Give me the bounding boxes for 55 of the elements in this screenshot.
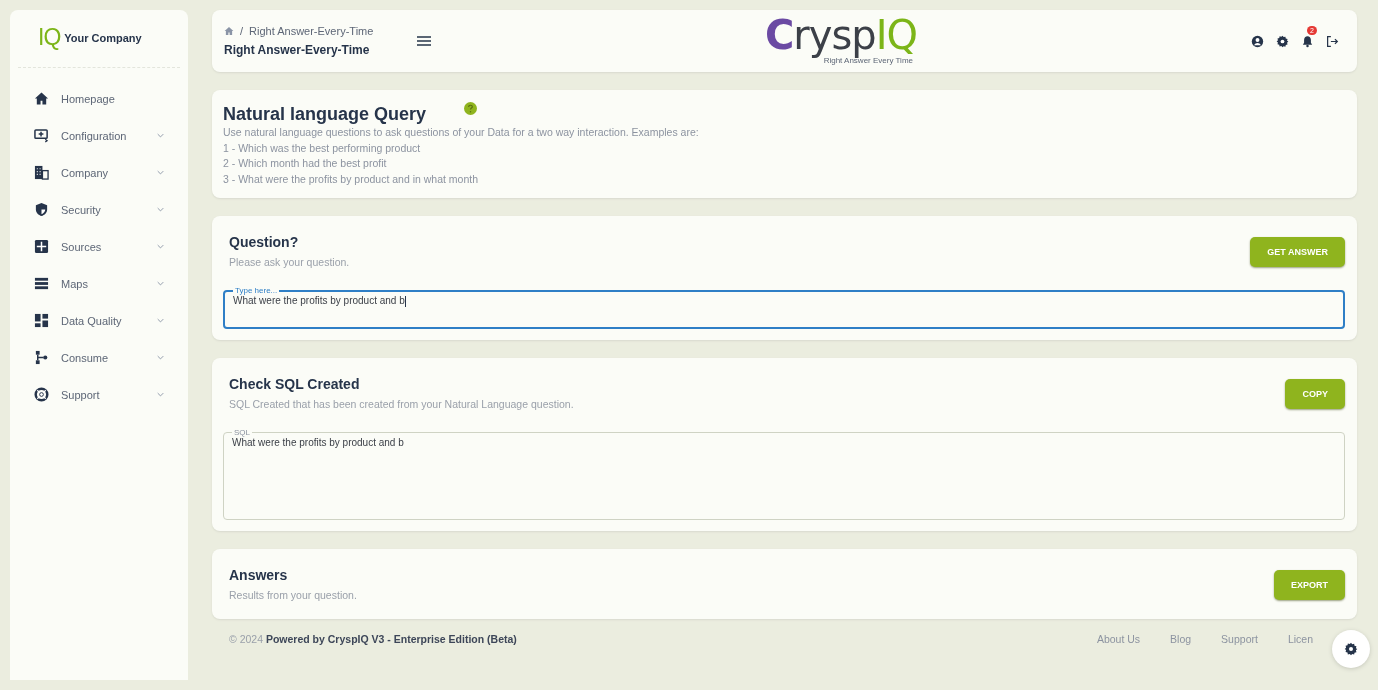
home-icon[interactable] [224, 26, 234, 36]
chevron-down-icon [157, 392, 164, 397]
chevron-down-icon [157, 170, 164, 175]
section-title: Answers [229, 567, 289, 583]
settings-icon [1344, 642, 1358, 656]
chevron-down-icon [157, 355, 164, 360]
user-icon[interactable] [1251, 34, 1264, 48]
hierarchy-icon [34, 350, 49, 365]
chevron-down-icon [157, 207, 164, 212]
section-title: Natural language Query [223, 104, 427, 125]
help-icon[interactable] [464, 102, 478, 115]
nav-item[interactable]: Maps [10, 265, 188, 302]
chevron-down-icon [157, 133, 164, 138]
dashboard-icon [34, 313, 49, 328]
section-subtitle: Results from your question. [229, 589, 357, 601]
section-subtitle: SQL Created that has been created from your Natural Language question. [229, 398, 574, 410]
bell-icon[interactable] [1301, 34, 1314, 48]
chevron-down-icon [157, 244, 164, 249]
section-title: Check SQL Created [229, 376, 361, 392]
grid-icon [34, 239, 49, 254]
nav-item[interactable]: Consume [10, 339, 188, 376]
nav-item[interactable]: Data Quality [10, 302, 188, 339]
question-field[interactable]: Type here... What were the profits by product and b [223, 286, 1345, 329]
logout-icon[interactable] [1326, 34, 1339, 48]
description-text: Use natural language questions to ask questions of your Data for a two way interaction. Examples are: [223, 125, 700, 140]
chevron-down-icon [157, 281, 164, 286]
nav-item[interactable]: Configuration [10, 117, 188, 154]
page-title: Right Answer-Every-Time [224, 43, 371, 57]
copyright-text: © 2024 Powered by CryspIQ V3 - Enterprise Edition (Beta) [229, 633, 517, 645]
section-subtitle: Please ask your question. [229, 256, 350, 268]
description-text: 2 - Which month had the best profit [223, 156, 388, 171]
menu-icon[interactable] [417, 36, 431, 46]
nav-item[interactable]: Security [10, 191, 188, 228]
company-name: Your Company [64, 31, 142, 44]
sql-field[interactable]: SQL What were the profits by product and b [223, 428, 1345, 520]
settings-icon[interactable] [1276, 34, 1289, 48]
nav-item[interactable]: Homepage [10, 80, 188, 117]
home-icon [34, 91, 49, 106]
monitor-plus-icon [34, 128, 49, 143]
settings-button[interactable] [1332, 630, 1370, 668]
breadcrumb-separator: / [240, 25, 244, 37]
product-logo: CryspIQ [765, 14, 917, 56]
description-text: 3 - What were the profits by product and in what month [223, 171, 480, 187]
list-icon [34, 276, 49, 291]
breadcrumb-link[interactable]: Right Answer-Every-Time [249, 25, 374, 37]
chevron-down-icon [157, 318, 164, 323]
lifebuoy-icon [34, 387, 49, 402]
description-text: 1 - Which was the best performing product [223, 140, 422, 156]
company-logo: IQ [38, 26, 61, 49]
nav-item[interactable]: Company [10, 154, 188, 191]
shield-icon [34, 202, 49, 217]
section-title: Question? [229, 234, 300, 250]
building-icon [34, 165, 49, 180]
nav-item[interactable]: Sources [10, 228, 188, 265]
nav-item[interactable]: Support [10, 376, 188, 413]
